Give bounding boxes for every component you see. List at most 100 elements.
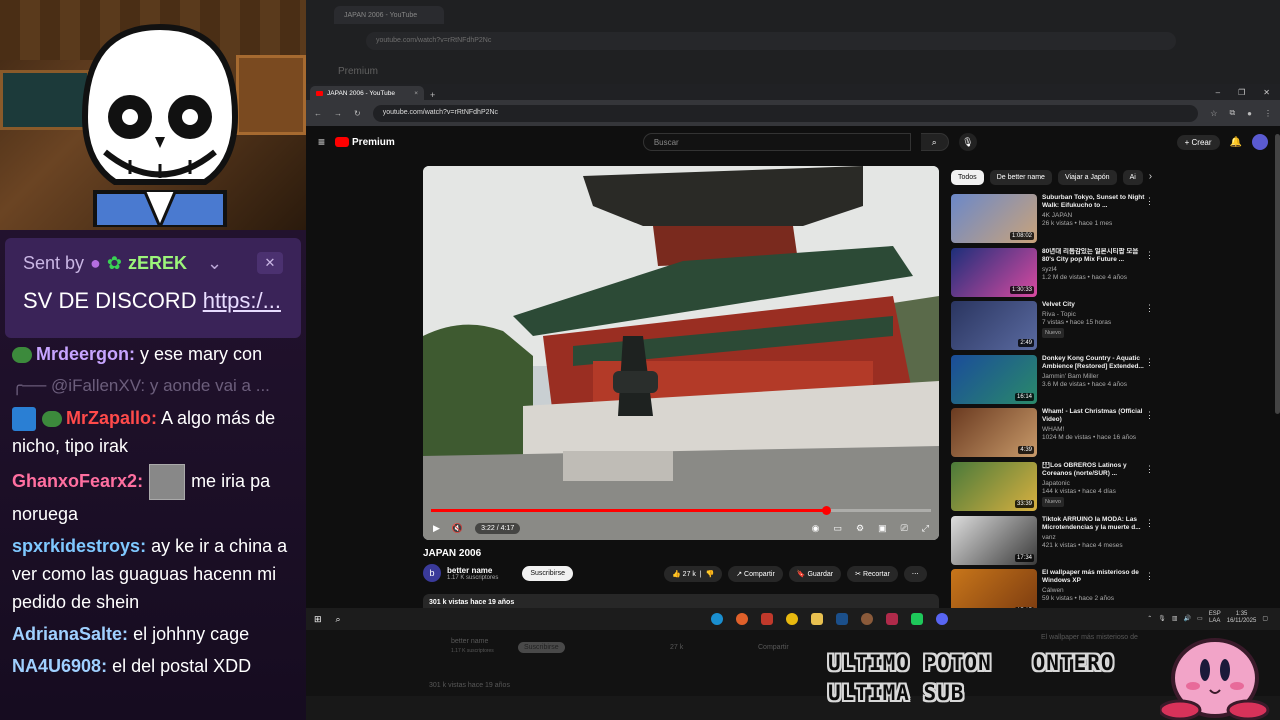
create-button[interactable]: + Crear (1176, 134, 1220, 150)
edge-icon[interactable] (711, 613, 723, 625)
unpin-icon[interactable]: ✕ (257, 252, 283, 274)
subtitles-icon[interactable]: ▭ (833, 523, 842, 534)
scrollbar[interactable] (1275, 134, 1280, 414)
recommendation-item[interactable]: 1:08:02 Suburban Tokyo, Sunset to Night W… (951, 194, 1156, 246)
chip-japan[interactable]: Viajar a Japón (1057, 170, 1117, 185)
recommendation-channel[interactable]: syzl4 (1042, 266, 1150, 274)
recommendation-channel[interactable]: 4K JAPAN (1042, 212, 1150, 220)
chevron-up-icon[interactable]: ⌃ (1147, 615, 1152, 622)
menu-dots-icon[interactable]: ⋮ (1264, 109, 1272, 118)
steam-icon[interactable] (836, 613, 848, 625)
recommendation-item[interactable]: 4:39 Wham! - Last Christmas (Official Vid… (951, 408, 1156, 460)
subscribe-button[interactable]: Suscribirse (522, 565, 573, 581)
recommendation-channel[interactable]: Cálwen (1042, 587, 1150, 595)
firefox-icon[interactable] (736, 613, 748, 625)
more-options-icon[interactable]: ⋮ (1145, 464, 1154, 475)
more-options-icon[interactable]: ⋮ (1145, 357, 1154, 368)
reload-icon[interactable]: ↻ (354, 109, 361, 118)
chip-more[interactable]: Ai (1122, 170, 1143, 185)
more-options-icon[interactable]: ⋮ (1145, 571, 1154, 582)
recommendation-item[interactable]: 33:39 👪Los OBREROS Latinos y Coreanos (no… (951, 461, 1156, 514)
new-tab-icon[interactable]: + (430, 90, 435, 100)
app-icon[interactable] (761, 613, 773, 625)
bookmark-star-icon[interactable]: ☆ (1210, 109, 1217, 118)
like-button[interactable]: 👍 27 k | 👎 (664, 566, 723, 582)
recommendation-title[interactable]: Wham! - Last Christmas (Official Video) (1042, 408, 1150, 424)
chip-todos[interactable]: Todos (951, 170, 984, 185)
keyboard-language[interactable]: ESP LAA (1209, 611, 1221, 625)
minimize-icon[interactable]: – (1216, 88, 1220, 97)
autoplay-toggle-icon[interactable]: ◉ (812, 523, 820, 534)
folder-icon[interactable] (811, 613, 823, 625)
video-thumbnail[interactable]: 2:49 (951, 301, 1037, 351)
chip-channel[interactable]: De better name (989, 170, 1052, 185)
channel-name[interactable]: better name (447, 566, 498, 575)
discord-icon[interactable] (936, 613, 948, 625)
video-thumbnail[interactable]: 4:39 (951, 408, 1037, 458)
recommendation-channel[interactable]: Riva - Topic (1042, 311, 1150, 319)
clip-button[interactable]: ✂ Recortar (847, 566, 898, 582)
recommendation-channel[interactable]: Japatonic (1042, 480, 1150, 488)
extensions-icon[interactable]: ⧉ (1229, 108, 1235, 118)
chevron-right-icon[interactable]: › (1149, 170, 1152, 185)
settings-gear-icon[interactable]: ⚙ (856, 523, 864, 534)
chrome-icon[interactable] (786, 613, 798, 625)
search-input[interactable]: Buscar (642, 133, 911, 151)
chevron-down-icon[interactable]: ⌄ (207, 253, 222, 274)
video-thumbnail[interactable]: 1:08:02 (951, 194, 1037, 243)
windows-start-icon[interactable]: ⊞ (314, 614, 322, 625)
recommendation-item[interactable]: 17:34 Tiktok ARRUINÓ la MODA: Las Microte… (951, 515, 1156, 568)
cast-icon[interactable]: ⎚ (901, 523, 908, 534)
save-button[interactable]: 🔖 Guardar (788, 566, 842, 582)
mic-tray-icon[interactable]: 🎙 (1158, 615, 1166, 622)
network-icon[interactable]: ▥ (1172, 615, 1178, 622)
play-icon[interactable]: ▶ (433, 523, 440, 534)
close-tab-icon[interactable]: × (414, 90, 418, 97)
recommendation-title[interactable]: Velvet City (1042, 301, 1150, 309)
progress-bar[interactable] (431, 506, 931, 515)
app-icon[interactable] (911, 613, 923, 625)
battery-icon[interactable]: ▭ (1197, 615, 1203, 622)
share-button[interactable]: ↗ Compartir (728, 566, 783, 582)
more-options-icon[interactable]: ⋮ (1145, 518, 1154, 529)
recommendation-title[interactable]: 👪Los OBREROS Latinos y Coreanos (norte/S… (1042, 462, 1150, 478)
forward-icon[interactable]: → (334, 109, 342, 118)
close-window-icon[interactable]: ✕ (1263, 88, 1270, 97)
recommendation-title[interactable]: El wallpaper más misterioso de Windows X… (1042, 569, 1150, 585)
recommendation-item[interactable]: 2:49 Velvet City Riva - Topic 7 vistas • ha… (951, 301, 1156, 353)
more-options-icon[interactable]: ⋮ (1145, 250, 1154, 261)
avatar[interactable] (1252, 134, 1268, 150)
video-player[interactable]: ▶ 🔇 3:22 / 4:17 ◉ ▭ ⚙ ▣ ⎚ ⤢ (423, 166, 939, 540)
voice-search-icon[interactable]: 🎙 (958, 133, 977, 151)
maximize-icon[interactable]: ❐ (1238, 88, 1245, 97)
more-options-icon[interactable]: ⋮ (1145, 303, 1154, 314)
more-options-icon[interactable]: ⋮ (1145, 196, 1154, 207)
recommendation-channel[interactable]: vanz (1042, 534, 1150, 542)
notifications-icon[interactable]: ▢ (1262, 615, 1268, 622)
taskbar-search-icon[interactable]: ⌕ (336, 614, 341, 625)
channel-avatar[interactable]: b (423, 564, 441, 582)
video-thumbnail[interactable]: 1:30:33 (951, 247, 1037, 297)
app-icon[interactable] (886, 613, 898, 625)
recommendation-title[interactable]: Tiktok ARRUINÓ la MODA: Las Microtendenc… (1042, 516, 1150, 532)
fullscreen-icon[interactable]: ⤢ (922, 523, 929, 534)
recommendation-channel[interactable]: WHAM! (1042, 426, 1150, 434)
more-options-icon[interactable]: ⋮ (1145, 410, 1154, 421)
hamburger-icon[interactable]: ≡ (318, 135, 325, 149)
theater-icon[interactable]: ▣ (878, 523, 887, 534)
recommendation-title[interactable]: Suburban Tokyo, Sunset to Night Walk: Ei… (1042, 194, 1150, 210)
video-thumbnail[interactable]: 17:34 (951, 515, 1037, 565)
back-icon[interactable]: ← (314, 109, 322, 118)
video-thumbnail[interactable]: 33:39 (951, 461, 1037, 511)
progress-knob[interactable] (822, 506, 831, 515)
profile-icon[interactable]: ● (1247, 109, 1252, 118)
more-actions-icon[interactable]: ⋯ (903, 566, 927, 582)
browser-tab[interactable]: JAPAN 2006 - YouTube × (310, 86, 424, 100)
bell-icon[interactable]: 🔔 (1230, 137, 1242, 148)
volume-icon[interactable]: 🔊 (1184, 615, 1191, 622)
pinned-link[interactable]: https:/... (203, 288, 281, 313)
address-bar[interactable]: youtube.com/watch?v=rRtNFdhP2Nc (372, 104, 1199, 122)
video-thumbnail[interactable]: 16:14 (951, 354, 1037, 404)
search-icon[interactable]: ⌕ (920, 133, 949, 151)
mute-icon[interactable]: 🔇 (452, 523, 463, 534)
